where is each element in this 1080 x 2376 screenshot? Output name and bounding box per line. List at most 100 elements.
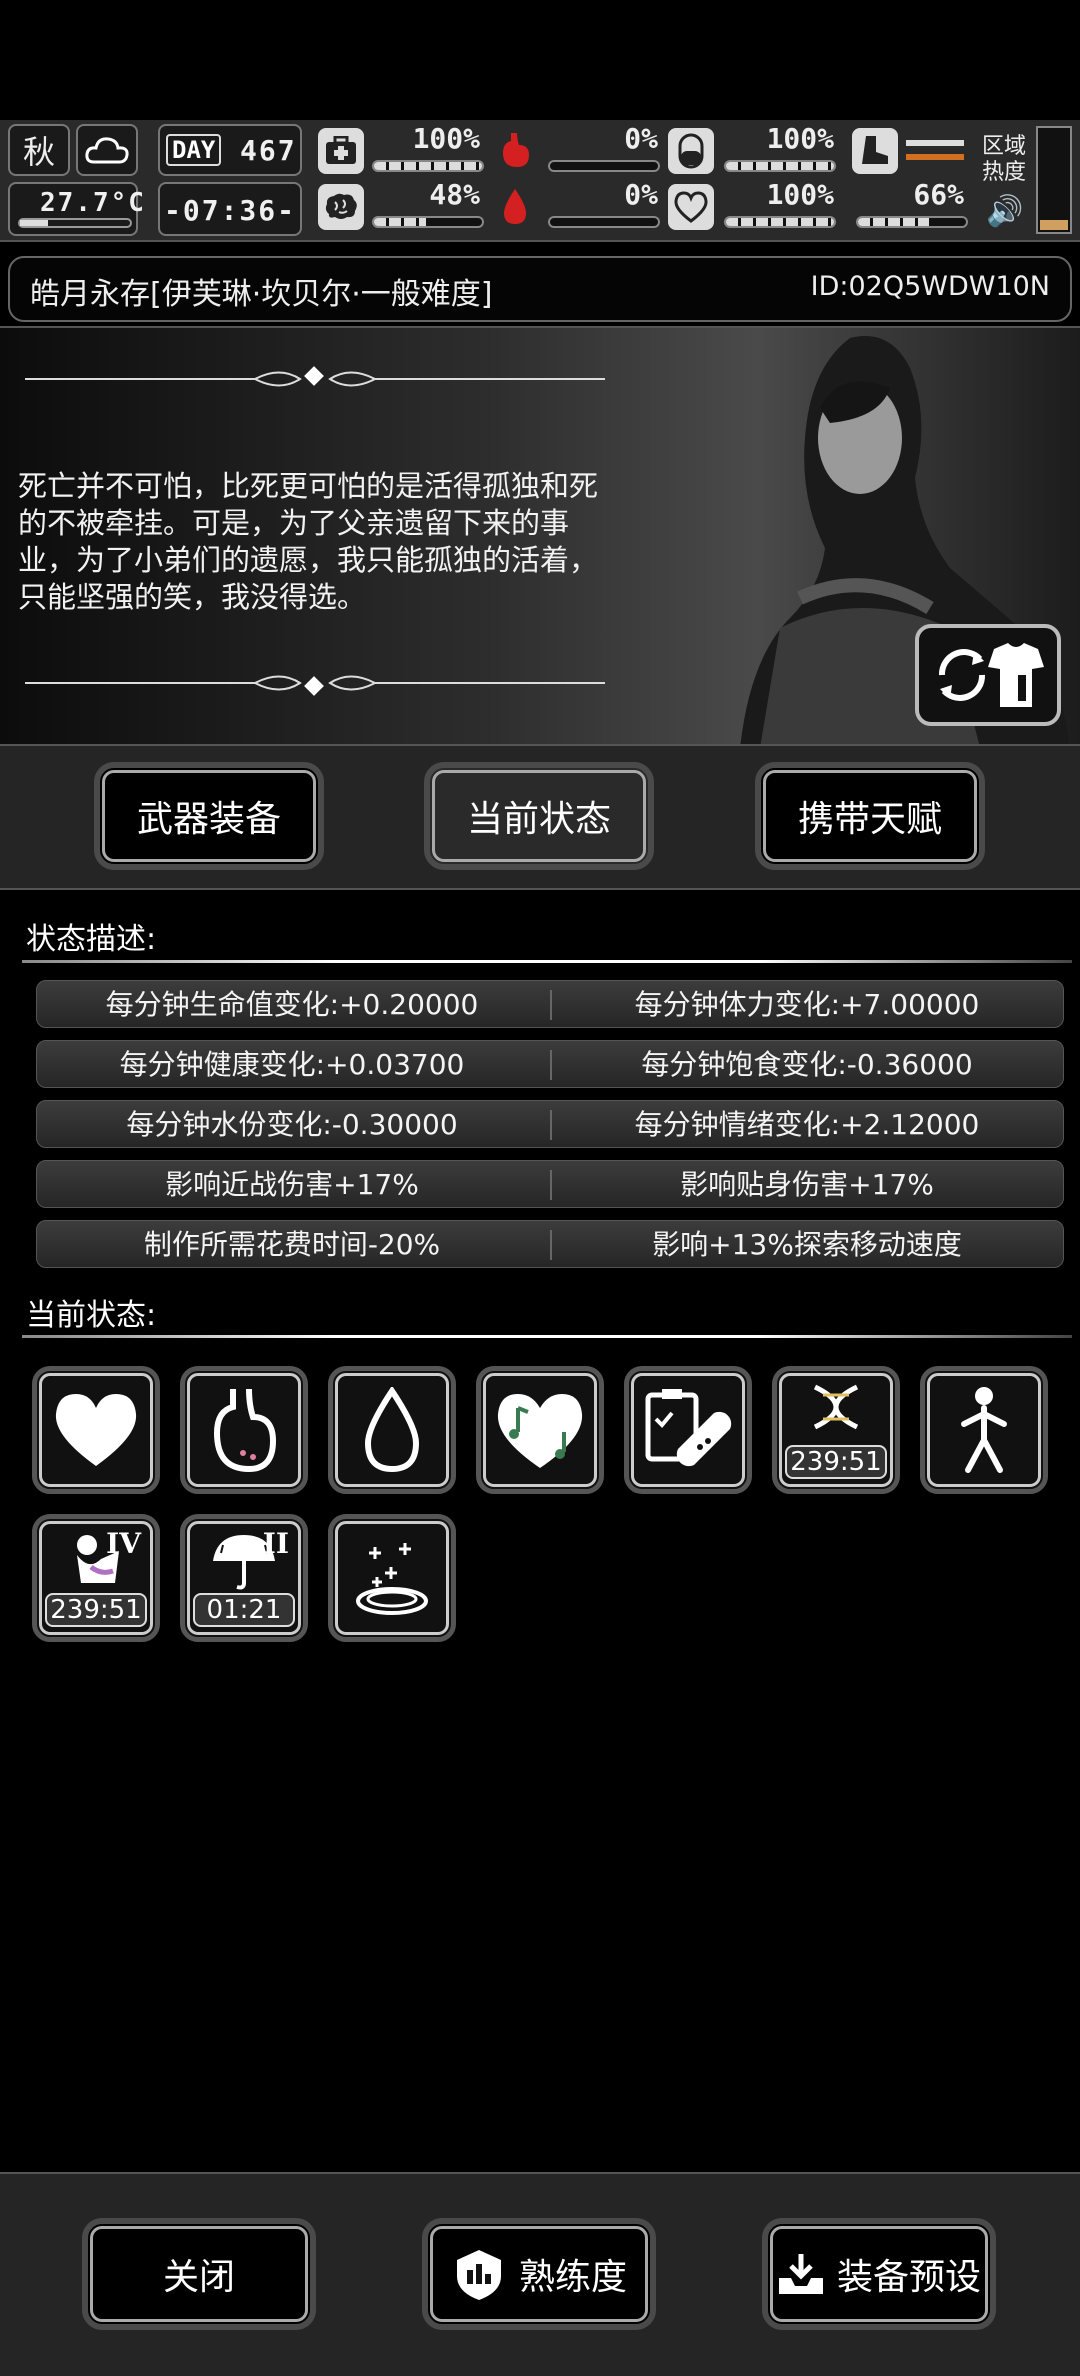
stat-cell: 每分钟情绪变化:+2.12000	[634, 1108, 980, 1141]
music-heart-icon	[497, 1394, 583, 1468]
health-bar	[372, 160, 484, 172]
stat-cell: 影响+13%探索移动速度	[652, 1228, 962, 1261]
stamina-line-2	[906, 154, 964, 160]
speaker-icon[interactable]: 🔊	[986, 194, 1023, 229]
status-slot[interactable]: 239:51	[772, 1366, 900, 1494]
season-label: 秋	[22, 133, 55, 171]
stomach-icon	[213, 1388, 277, 1473]
water-drop-icon	[364, 1387, 420, 1473]
dna-icon	[813, 1384, 859, 1430]
clock-value: -07:36-	[164, 194, 297, 227]
stat-row: 每分钟生命值变化:+0.20000 每分钟体力变化:+7.00000	[36, 980, 1064, 1028]
boot-icon	[852, 128, 898, 174]
zone-heat-meter	[1036, 126, 1072, 234]
character-title: 皓月永存[伊芙琳·坎贝尔·一般难度]	[30, 277, 493, 312]
tab-talents[interactable]: 携带天赋	[755, 762, 985, 870]
status-slot[interactable]: IV 239:51	[32, 1514, 160, 1642]
close-button-label: 关闭	[162, 2257, 235, 2298]
stamina-bar	[856, 216, 968, 228]
day-box: DAY 467	[158, 124, 302, 176]
section-divider	[22, 1335, 1072, 1338]
mood-bar	[724, 216, 836, 228]
stat-cell: 每分钟饱食变化:-0.36000	[641, 1048, 973, 1081]
status-slot[interactable]	[328, 1514, 456, 1642]
mood-value: 100%	[766, 178, 834, 211]
stat-cell: 每分钟健康变化:+0.03700	[119, 1048, 465, 1081]
stat-row: 影响近战伤害+17% 影响贴身伤害+17%	[36, 1160, 1064, 1208]
proficiency-button[interactable]: 熟练度	[422, 2218, 656, 2330]
zone-heat-label: 区域热度	[982, 134, 1027, 185]
stat-cell: 影响贴身伤害+17%	[680, 1168, 934, 1201]
thirst-value: 0%	[624, 178, 658, 211]
stat-cell: 每分钟体力变化:+7.00000	[634, 988, 980, 1021]
zone-heat-fill	[1040, 220, 1068, 230]
stamina-value: 66%	[913, 178, 964, 211]
section-divider	[22, 960, 1072, 963]
hunger-value: 0%	[624, 122, 658, 155]
current-status-heading: 当前状态:	[26, 1298, 157, 1333]
equipment-preset-button[interactable]: 装备预设	[762, 2218, 996, 2330]
immunity-value: 100%	[766, 122, 834, 155]
sanity-bar	[372, 216, 484, 228]
heart-icon	[55, 1394, 137, 1466]
stat-row: 每分钟健康变化:+0.03700 每分钟饱食变化:-0.36000	[36, 1040, 1064, 1088]
download-tray-icon	[778, 2254, 823, 2294]
status-slot[interactable]: II 01:21	[180, 1514, 308, 1642]
stat-cell: 影响近战伤害+17%	[165, 1168, 419, 1201]
proficiency-button-label: 熟练度	[518, 2257, 627, 2298]
close-button[interactable]: 关闭	[82, 2218, 316, 2330]
stat-cell: 每分钟水份变化:-0.30000	[126, 1108, 458, 1141]
status-slot[interactable]	[32, 1366, 160, 1494]
temperature-value: 27.7°C	[40, 188, 146, 218]
status-timer: 01:21	[193, 1593, 295, 1627]
status-slot[interactable]	[624, 1366, 752, 1494]
outfit-swap-icon	[939, 643, 1044, 707]
change-outfit-button[interactable]	[915, 624, 1061, 726]
status-level: II	[262, 1527, 289, 1560]
ornament-bottom	[25, 675, 605, 696]
status-slot[interactable]	[476, 1366, 604, 1494]
equipment-preset-button-label: 装备预设	[836, 2257, 981, 2298]
mood-bar-fill	[726, 218, 834, 226]
thirst-bar	[548, 216, 660, 228]
stat-cell: 每分钟生命值变化:+0.20000	[105, 988, 479, 1021]
stat-cell: 制作所需花费时间-20%	[143, 1228, 441, 1261]
cloud-icon	[76, 124, 138, 176]
hunger-bar	[548, 160, 660, 172]
healing-aura-icon	[356, 1543, 428, 1615]
status-slot[interactable]	[180, 1366, 308, 1494]
status-slot[interactable]	[920, 1366, 1048, 1494]
immunity-bar-fill	[726, 162, 834, 170]
proficiency-icon	[456, 2250, 501, 2300]
temperature-box: 27.7°C	[8, 182, 144, 236]
season-box: 秋	[8, 124, 70, 176]
tab-row: 武器装备 当前状态 携带天赋	[0, 746, 1080, 890]
health-value: 100%	[412, 122, 480, 155]
day-number: 467	[240, 134, 297, 167]
status-description-heading: 状态描述:	[26, 922, 157, 957]
character-quote: 死亡并不可怕，比死更可怕的是活得孤独和死的不被牵挂。可是，为了父亲遗留下来的事业…	[18, 469, 599, 614]
stamina-bar-fill	[858, 218, 930, 226]
status-level: IV	[106, 1527, 141, 1560]
day-label: DAY	[166, 134, 222, 166]
stat-row: 每分钟水份变化:-0.30000 每分钟情绪变化:+2.12000	[36, 1100, 1064, 1148]
thermometer-icon	[18, 218, 132, 228]
ornament-top	[25, 366, 605, 387]
immunity-bar	[724, 160, 836, 172]
character-id: ID:02Q5WDW10N	[810, 271, 1050, 302]
character-portrait-panel: 死亡并不可怕，比死更可怕的是活得孤独和死的不被牵挂。可是，为了父亲遗留下来的事业…	[0, 326, 1080, 746]
health-bar-fill	[374, 162, 482, 170]
status-slot[interactable]	[328, 1366, 456, 1494]
character-title-bar: 皓月永存[伊芙琳·坎贝尔·一般难度] ID:02Q5WDW10N	[8, 256, 1072, 322]
status-timer: 239:51	[785, 1445, 887, 1479]
status-timer: 239:51	[45, 1593, 147, 1627]
bottom-action-bar: 关闭 熟练度 装备预设	[0, 2172, 1080, 2376]
clock-box: -07:36-	[158, 182, 302, 236]
stamina-line-1	[906, 140, 964, 146]
status-description-section: 状态描述: 每分钟生命值变化:+0.20000 每分钟体力变化:+7.00000…	[10, 904, 1072, 1270]
walking-person-icon	[961, 1387, 1007, 1473]
tab-current-status[interactable]: 当前状态	[424, 762, 654, 870]
tab-weapons[interactable]: 武器装备	[94, 762, 324, 870]
stat-row: 制作所需花费时间-20% 影响+13%探索移动速度	[36, 1220, 1064, 1268]
sanity-bar-fill	[374, 218, 426, 226]
